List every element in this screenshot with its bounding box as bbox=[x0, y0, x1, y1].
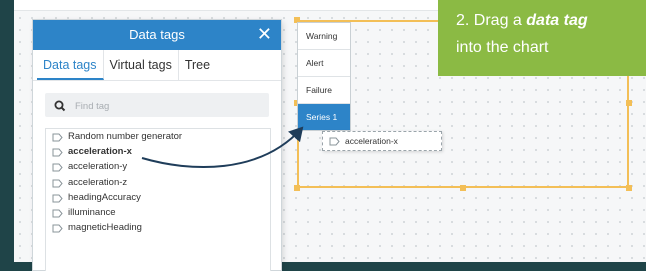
tab-tree[interactable]: Tree bbox=[179, 50, 216, 80]
panel-header: Data tags ✕ bbox=[33, 20, 281, 50]
tag-icon bbox=[52, 162, 63, 172]
panel-tabs: Data tags Virtual tags Tree bbox=[33, 50, 281, 81]
tag-icon bbox=[329, 137, 340, 146]
callout-line-1: 2. Drag a data tag bbox=[456, 7, 646, 34]
tag-label: illuminance bbox=[68, 206, 116, 218]
callout-prefix: 2. Drag a bbox=[456, 12, 527, 29]
resize-handle-bottom[interactable] bbox=[460, 185, 466, 191]
tab-data-tags[interactable]: Data tags bbox=[37, 50, 104, 80]
resize-handle-bottom-left[interactable] bbox=[294, 185, 300, 191]
tag-icon bbox=[52, 193, 63, 203]
legend-item-failure[interactable]: Failure bbox=[298, 77, 350, 104]
tag-icon bbox=[52, 223, 63, 233]
tag-item-acceleration-x[interactable]: acceleration-x bbox=[46, 144, 270, 159]
tag-label: magneticHeading bbox=[68, 222, 142, 234]
tag-label: acceleration-z bbox=[68, 176, 128, 188]
tag-label: headingAccuracy bbox=[68, 191, 141, 203]
tag-item-magnetic-heading[interactable]: magneticHeading bbox=[46, 220, 270, 235]
tag-label: acceleration-x bbox=[68, 146, 132, 158]
dragged-tag-label: acceleration-x bbox=[345, 136, 398, 146]
resize-handle-bottom-right[interactable] bbox=[626, 185, 632, 191]
tag-icon bbox=[52, 132, 63, 142]
data-tags-panel: Data tags ✕ Data tags Virtual tags Tree … bbox=[33, 20, 281, 271]
tag-list: Random number generator acceleration-x a… bbox=[45, 128, 271, 271]
dragged-tag-chip[interactable]: acceleration-x bbox=[322, 131, 442, 151]
legend-item-warning[interactable]: Warning bbox=[298, 23, 350, 50]
close-icon[interactable]: ✕ bbox=[257, 24, 272, 45]
panel-title: Data tags bbox=[129, 27, 185, 42]
chart-legend: Warning Alert Failure Series 1 bbox=[297, 22, 351, 131]
instruction-callout: 2. Drag a data tag into the chart bbox=[438, 0, 646, 76]
search-icon bbox=[53, 98, 67, 112]
resize-handle-right[interactable] bbox=[626, 100, 632, 106]
callout-emphasis: data tag bbox=[526, 12, 588, 29]
legend-item-series-1[interactable]: Series 1 bbox=[298, 104, 350, 130]
tag-icon bbox=[52, 208, 63, 218]
tag-item-acceleration-z[interactable]: acceleration-z bbox=[46, 175, 270, 190]
search-box bbox=[45, 93, 269, 117]
tag-item-random-number-generator[interactable]: Random number generator bbox=[46, 129, 270, 144]
tag-icon bbox=[52, 178, 63, 188]
tag-label: Random number generator bbox=[68, 131, 183, 142]
legend-item-alert[interactable]: Alert bbox=[298, 50, 350, 77]
tag-label: acceleration-y bbox=[68, 161, 128, 173]
tag-item-acceleration-y[interactable]: acceleration-y bbox=[46, 159, 270, 174]
callout-line-2: into the chart bbox=[456, 39, 549, 56]
tag-item-heading-accuracy[interactable]: headingAccuracy bbox=[46, 190, 270, 205]
tab-virtual-tags[interactable]: Virtual tags bbox=[104, 50, 179, 80]
tag-icon bbox=[52, 147, 63, 157]
tag-item-illuminance[interactable]: illuminance bbox=[46, 205, 270, 220]
search-input[interactable] bbox=[73, 96, 265, 116]
